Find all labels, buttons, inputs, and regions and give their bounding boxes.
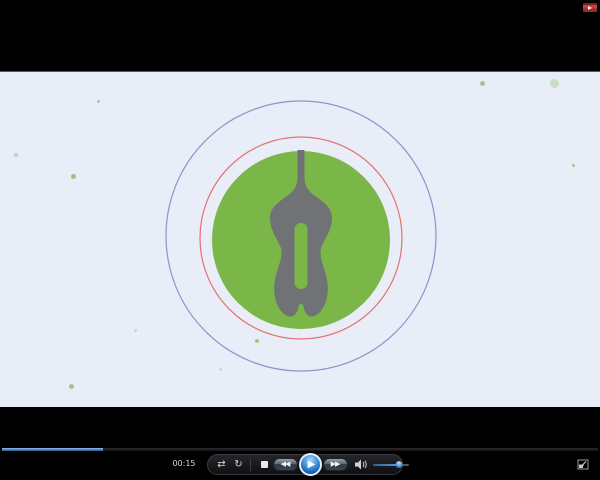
scene-dot	[68, 383, 74, 389]
stop-button[interactable]	[261, 461, 268, 468]
channel-logo-icon	[583, 3, 597, 12]
scene-dot	[218, 367, 222, 371]
scene-dot	[133, 328, 137, 332]
volume-knob[interactable]	[395, 461, 403, 468]
rewind-icon: ◀◀	[280, 460, 291, 468]
rewind-button[interactable]: ◀◀	[273, 458, 298, 471]
playback-controls: ⇄ ↻ ◀◀ ▶ ▶▶	[207, 453, 409, 476]
video-scene	[165, 100, 437, 372]
scene-dot	[70, 173, 76, 179]
play-button[interactable]: ▶	[299, 453, 322, 476]
scene-dot	[14, 153, 18, 157]
fast-forward-icon: ▶▶	[330, 460, 341, 468]
switch-display-mode-button[interactable]	[577, 459, 589, 470]
volume-slider[interactable]	[373, 461, 409, 468]
shape-slot	[294, 223, 308, 289]
controls-divider	[250, 458, 251, 471]
play-icon: ▶	[307, 458, 316, 470]
scene-dot	[479, 80, 485, 86]
time-display: 00:15	[172, 459, 196, 468]
shuffle-button[interactable]: ⇄	[215, 459, 228, 470]
repeat-button[interactable]: ↻	[232, 459, 245, 470]
scene-dot	[255, 339, 259, 343]
media-player-window: 00:15 ⇄ ↻ ◀◀ ▶ ▶▶	[0, 0, 600, 480]
scene-dot	[96, 99, 100, 103]
fast-forward-button[interactable]: ▶▶	[323, 458, 348, 471]
seek-bar[interactable]	[2, 448, 598, 451]
video-viewport[interactable]	[0, 71, 600, 407]
speaker-icon[interactable]	[355, 459, 368, 470]
seek-bar-fill	[2, 448, 104, 451]
logo-play-triangle-icon	[588, 5, 592, 10]
scene-dot	[571, 163, 575, 167]
scene-dot	[549, 78, 559, 88]
